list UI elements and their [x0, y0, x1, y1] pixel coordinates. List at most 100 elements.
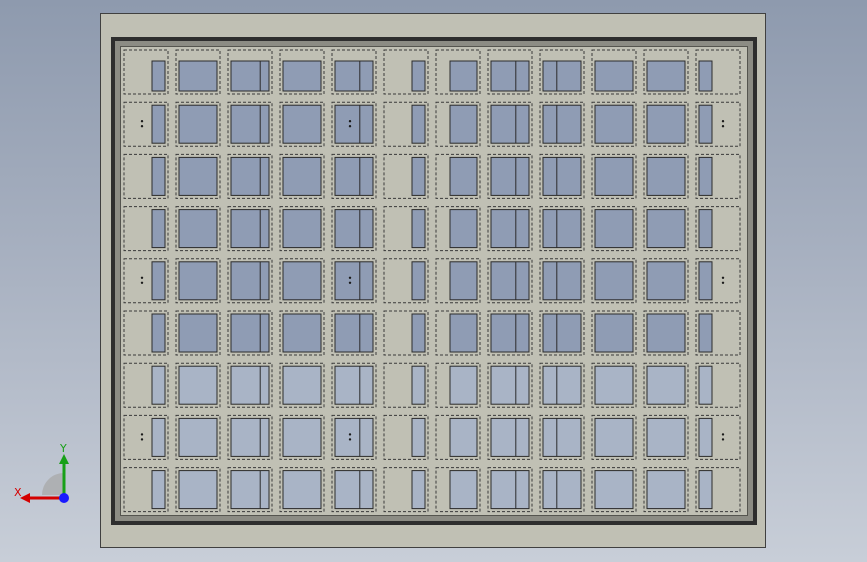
pocket-cell[interactable]: [435, 467, 481, 513]
pocket-cell[interactable]: [383, 153, 429, 199]
pocket-cell[interactable]: [227, 414, 273, 460]
pocket-cell[interactable]: [487, 101, 533, 147]
pocket-cell[interactable]: [331, 101, 377, 147]
pocket-cell[interactable]: [331, 467, 377, 513]
pocket-cell[interactable]: [591, 101, 637, 147]
pocket-cell[interactable]: [591, 414, 637, 460]
pocket-cell[interactable]: [331, 414, 377, 460]
pocket-cell[interactable]: [279, 153, 325, 199]
pocket-cell[interactable]: [383, 362, 429, 408]
pocket-cell[interactable]: [383, 258, 429, 304]
pocket-cell[interactable]: [435, 101, 481, 147]
pocket-cell[interactable]: [227, 153, 273, 199]
pocket-cell[interactable]: [695, 153, 741, 199]
pocket-cell[interactable]: [279, 310, 325, 356]
pocket-cell[interactable]: [123, 101, 169, 147]
pocket-cell[interactable]: [435, 153, 481, 199]
pocket-cell[interactable]: [643, 101, 689, 147]
pocket-cell[interactable]: [487, 49, 533, 95]
pocket-cell[interactable]: [175, 258, 221, 304]
pocket-cell[interactable]: [539, 467, 585, 513]
pocket-cell[interactable]: [643, 258, 689, 304]
pocket-cell[interactable]: [227, 206, 273, 252]
pocket-cell[interactable]: [591, 258, 637, 304]
pocket-cell[interactable]: [695, 414, 741, 460]
pocket-cell[interactable]: [643, 310, 689, 356]
pocket-cell[interactable]: [591, 467, 637, 513]
graphics-viewport[interactable]: Y X: [0, 0, 867, 562]
pocket-cell[interactable]: [695, 101, 741, 147]
pocket-cell[interactable]: [487, 414, 533, 460]
pocket-cell[interactable]: [279, 467, 325, 513]
pocket-cell[interactable]: [123, 362, 169, 408]
pocket-cell[interactable]: [539, 362, 585, 408]
pocket-cell[interactable]: [695, 206, 741, 252]
pocket-cell[interactable]: [435, 414, 481, 460]
pocket-cell[interactable]: [123, 49, 169, 95]
pocket-cell[interactable]: [331, 49, 377, 95]
pocket-cell[interactable]: [175, 206, 221, 252]
pocket-cell[interactable]: [279, 414, 325, 460]
pocket-cell[interactable]: [539, 206, 585, 252]
pocket-cell[interactable]: [279, 101, 325, 147]
pocket-cell[interactable]: [227, 258, 273, 304]
pocket-cell[interactable]: [227, 362, 273, 408]
pocket-cell[interactable]: [695, 258, 741, 304]
pocket-cell[interactable]: [331, 153, 377, 199]
pocket-cell[interactable]: [123, 153, 169, 199]
pocket-cell[interactable]: [279, 206, 325, 252]
pocket-cell[interactable]: [435, 206, 481, 252]
pocket-cell[interactable]: [695, 49, 741, 95]
pocket-cell[interactable]: [695, 362, 741, 408]
pocket-cell[interactable]: [331, 258, 377, 304]
pocket-cell[interactable]: [591, 206, 637, 252]
pocket-cell[interactable]: [175, 414, 221, 460]
pocket-cell[interactable]: [539, 310, 585, 356]
pocket-cell[interactable]: [175, 310, 221, 356]
pocket-cell[interactable]: [383, 49, 429, 95]
pocket-cell[interactable]: [435, 310, 481, 356]
pocket-cell[interactable]: [383, 310, 429, 356]
pocket-cell[interactable]: [175, 49, 221, 95]
pocket-cell[interactable]: [383, 206, 429, 252]
pocket-cell[interactable]: [123, 414, 169, 460]
pocket-cell[interactable]: [435, 258, 481, 304]
pocket-cell[interactable]: [695, 310, 741, 356]
pocket-cell[interactable]: [695, 467, 741, 513]
pocket-cell[interactable]: [591, 362, 637, 408]
pocket-cell[interactable]: [643, 414, 689, 460]
pocket-cell[interactable]: [539, 49, 585, 95]
pocket-cell[interactable]: [539, 414, 585, 460]
pocket-cell[interactable]: [227, 101, 273, 147]
pocket-cell[interactable]: [227, 49, 273, 95]
pocket-cell[interactable]: [383, 467, 429, 513]
axis-triad[interactable]: Y X: [12, 440, 82, 510]
pocket-cell[interactable]: [487, 310, 533, 356]
pocket-cell[interactable]: [123, 310, 169, 356]
pocket-cell[interactable]: [487, 362, 533, 408]
pocket-cell[interactable]: [383, 414, 429, 460]
pocket-cell[interactable]: [643, 153, 689, 199]
pocket-cell[interactable]: [539, 101, 585, 147]
pocket-cell[interactable]: [227, 310, 273, 356]
pocket-cell[interactable]: [435, 49, 481, 95]
pocket-cell[interactable]: [487, 258, 533, 304]
pocket-cell[interactable]: [643, 362, 689, 408]
pocket-cell[interactable]: [123, 258, 169, 304]
pocket-cell[interactable]: [487, 467, 533, 513]
pocket-cell[interactable]: [227, 467, 273, 513]
pocket-cell[interactable]: [123, 467, 169, 513]
pocket-cell[interactable]: [279, 49, 325, 95]
pocket-cell[interactable]: [591, 49, 637, 95]
pocket-cell[interactable]: [175, 153, 221, 199]
pocket-grid[interactable]: [0, 0, 867, 562]
pocket-cell[interactable]: [435, 362, 481, 408]
pocket-cell[interactable]: [279, 258, 325, 304]
pocket-cell[interactable]: [175, 362, 221, 408]
pocket-cell[interactable]: [643, 206, 689, 252]
pocket-cell[interactable]: [175, 467, 221, 513]
pocket-cell[interactable]: [487, 206, 533, 252]
pocket-cell[interactable]: [175, 101, 221, 147]
pocket-cell[interactable]: [539, 258, 585, 304]
pocket-cell[interactable]: [643, 467, 689, 513]
